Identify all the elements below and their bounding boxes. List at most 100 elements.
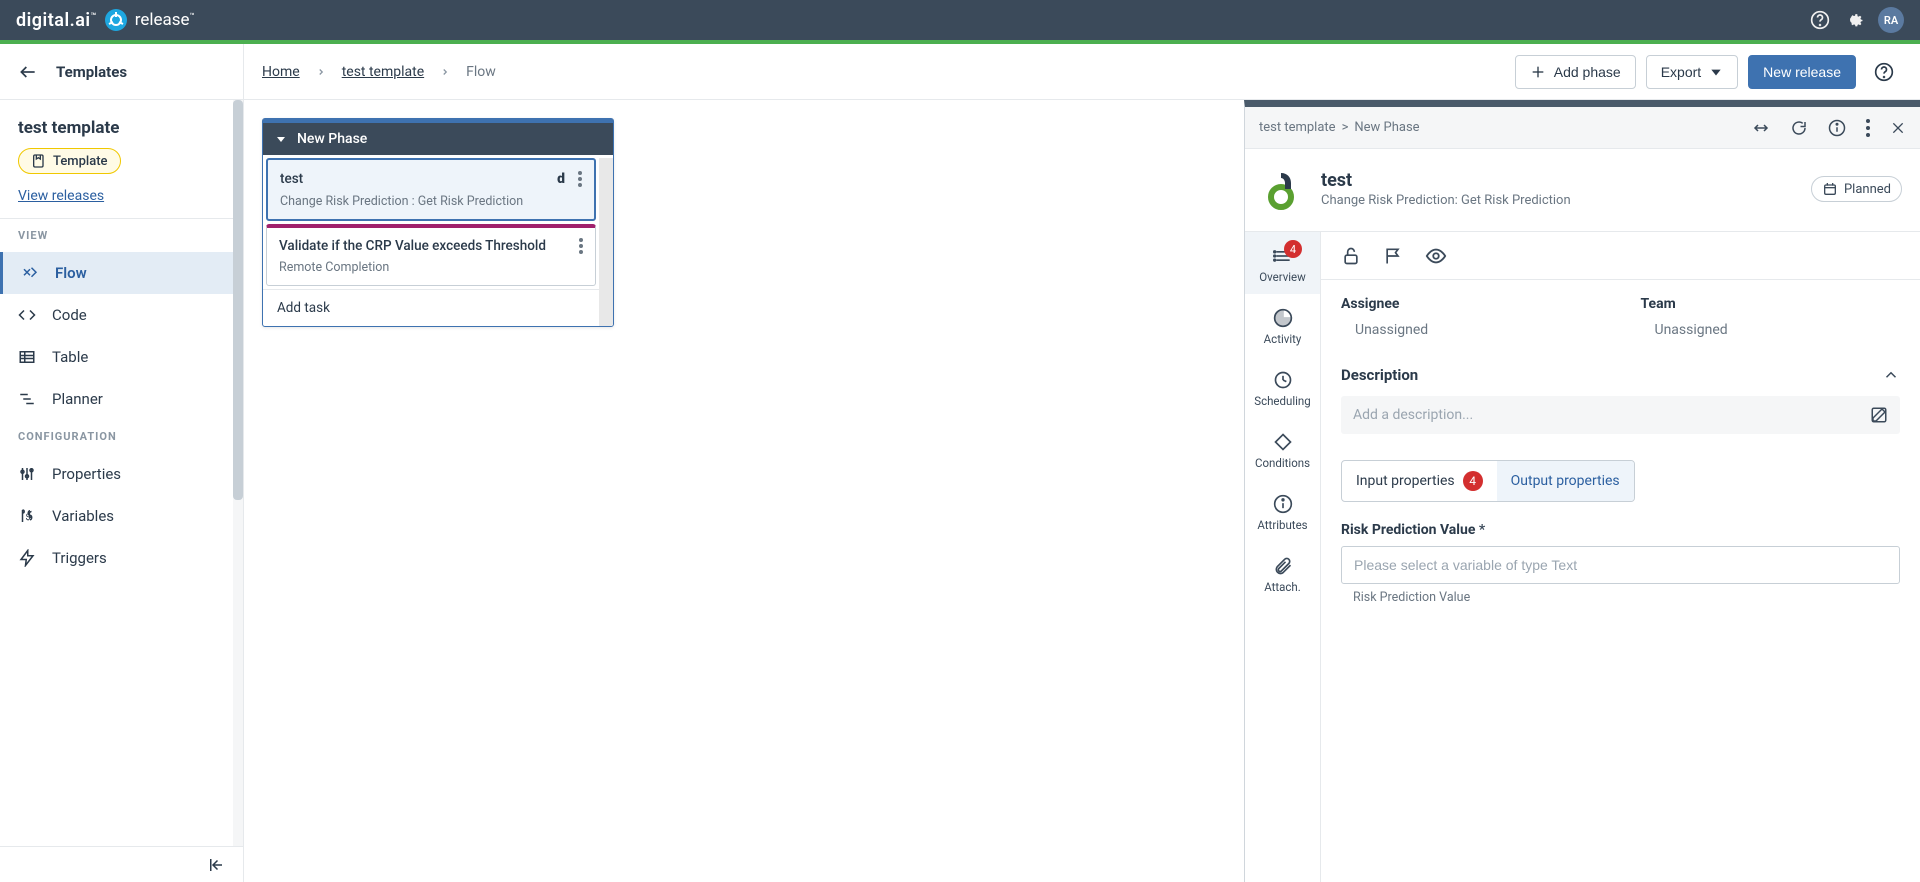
sidebar-collapse-button[interactable] — [0, 846, 243, 882]
nav-planner[interactable]: Planner — [0, 378, 243, 420]
description-header[interactable]: Description — [1341, 366, 1900, 384]
breadcrumb: Home test template Flow — [262, 64, 496, 80]
flow-canvas: New Phase test d Change Risk Prediction … — [244, 100, 1244, 882]
product-icon — [105, 9, 127, 31]
lock-open-icon[interactable] — [1341, 246, 1361, 266]
nav-properties-label: Properties — [52, 465, 121, 483]
refresh-icon[interactable] — [1790, 119, 1808, 137]
detail-breadcrumb: test template > New Phase — [1259, 120, 1420, 135]
task-card-2[interactable]: Validate if the CRP Value exceeds Thresh… — [266, 224, 596, 286]
add-phase-button[interactable]: Add phase — [1515, 55, 1636, 89]
input-props-count: 4 — [1463, 471, 1483, 491]
assignee-value[interactable]: Unassigned — [1341, 322, 1601, 338]
task-big-icon — [1253, 161, 1309, 217]
nav-triggers-label: Triggers — [52, 549, 107, 567]
tab-output-properties[interactable]: Output properties — [1497, 461, 1634, 501]
page-help-icon[interactable] — [1866, 54, 1902, 90]
nav-triggers[interactable]: Triggers — [0, 537, 243, 579]
bolt-icon — [18, 549, 36, 567]
back-arrow-icon[interactable] — [18, 62, 38, 82]
export-button[interactable]: Export — [1646, 55, 1738, 89]
code-icon — [18, 306, 36, 324]
task1-title: test — [280, 171, 303, 187]
more-icon[interactable] — [1866, 119, 1870, 137]
output-props-label: Output properties — [1511, 473, 1620, 489]
nav-variables[interactable]: $ Variables — [0, 495, 243, 537]
phase-header[interactable]: New Phase — [263, 119, 613, 155]
new-release-button[interactable]: New release — [1748, 55, 1856, 89]
breadcrumb-home[interactable]: Home — [262, 64, 300, 80]
phase-collapse-icon[interactable] — [275, 133, 287, 145]
detail-panel: test template > New Phase test Change Ri… — [1244, 100, 1920, 882]
description-input[interactable]: Add a description... — [1341, 396, 1900, 434]
brand-logo: digital.ai™ — [16, 10, 97, 31]
phase-scrollbar[interactable] — [599, 158, 613, 326]
dtab-conditions[interactable]: Conditions — [1245, 418, 1320, 480]
nav-flow-label: Flow — [55, 264, 87, 282]
detail-content: Assignee Unassigned Team Unassigned Desc… — [1321, 232, 1920, 882]
breadcrumb-template[interactable]: test template — [342, 64, 424, 80]
nav-table[interactable]: Table — [0, 336, 243, 378]
flag-icon[interactable] — [1383, 246, 1403, 266]
expand-icon[interactable] — [1752, 119, 1770, 137]
dtab-scheduling[interactable]: Scheduling — [1245, 356, 1320, 418]
close-icon[interactable] — [1890, 120, 1906, 136]
detail-crumb-phase[interactable]: New Phase — [1354, 120, 1419, 135]
planner-icon — [18, 390, 36, 408]
nav-code[interactable]: Code — [0, 294, 243, 336]
detail-title-row: test Change Risk Prediction: Get Risk Pr… — [1245, 149, 1920, 232]
detail-title-block: test Change Risk Prediction: Get Risk Pr… — [1321, 170, 1799, 208]
breadcrumb-current: Flow — [466, 64, 496, 80]
field-hint: Risk Prediction Value — [1341, 590, 1900, 605]
property-tabs: Input properties 4 Output properties — [1341, 460, 1635, 502]
help-icon[interactable] — [1810, 10, 1830, 30]
eye-icon[interactable] — [1425, 245, 1447, 267]
dtab-activity-label: Activity — [1264, 332, 1302, 346]
dtab-overview[interactable]: 4 Overview — [1245, 232, 1320, 294]
add-task-button[interactable]: Add task — [263, 289, 599, 326]
detail-title: test — [1321, 170, 1799, 191]
nav-properties[interactable]: Properties — [0, 453, 243, 495]
section-view-label: VIEW — [0, 219, 243, 252]
info-icon[interactable] — [1828, 119, 1846, 137]
edit-icon[interactable] — [1870, 406, 1888, 424]
main-layout: test template Template View releases VIE… — [0, 100, 1920, 882]
dtab-attributes-label: Attributes — [1257, 518, 1307, 532]
detail-crumb-template[interactable]: test template — [1259, 120, 1336, 135]
avatar[interactable]: RA — [1878, 7, 1904, 33]
risk-prediction-input[interactable] — [1341, 546, 1900, 584]
product-name: release™ — [135, 10, 195, 30]
field-label: Risk Prediction Value * — [1341, 522, 1900, 538]
chevron-up-icon[interactable] — [1882, 366, 1900, 384]
assignee-team-section: Assignee Unassigned Team Unassigned Desc… — [1321, 280, 1920, 605]
detail-toolbar — [1321, 232, 1920, 280]
nav-table-label: Table — [52, 348, 88, 366]
task-card-1[interactable]: test d Change Risk Prediction : Get Risk… — [266, 158, 596, 221]
description-label: Description — [1341, 366, 1418, 384]
detail-tabs: 4 Overview Activity Scheduling Condition… — [1245, 232, 1321, 882]
team-value[interactable]: Unassigned — [1641, 322, 1901, 338]
gear-icon[interactable] — [1844, 10, 1864, 30]
header-right: Add phase Export New release — [1515, 54, 1920, 90]
nav-flow[interactable]: Flow — [0, 252, 243, 294]
variables-icon: $ — [18, 507, 36, 525]
scrollbar-thumb[interactable] — [233, 100, 243, 500]
dtab-activity[interactable]: Activity — [1245, 294, 1320, 356]
detail-body: 4 Overview Activity Scheduling Condition… — [1245, 232, 1920, 882]
description-placeholder: Add a description... — [1353, 407, 1473, 423]
dtab-attach[interactable]: Attach. — [1245, 542, 1320, 604]
task-menu-icon[interactable] — [579, 238, 583, 254]
tab-input-properties[interactable]: Input properties 4 — [1342, 461, 1497, 501]
task2-title: Validate if the CRP Value exceeds Thresh… — [279, 238, 546, 254]
template-name: test template — [18, 118, 225, 138]
nav-code-label: Code — [52, 306, 87, 324]
risk-prediction-field: Risk Prediction Value * Risk Prediction … — [1341, 522, 1900, 605]
view-releases-link[interactable]: View releases — [18, 188, 225, 204]
chevron-right-icon — [316, 67, 326, 77]
header-center: Home test template Flow — [244, 64, 1515, 80]
dtab-attributes[interactable]: Attributes — [1245, 480, 1320, 542]
add-phase-label: Add phase — [1554, 64, 1621, 80]
sidebar-top: test template Template View releases — [0, 100, 243, 219]
assignee-label: Assignee — [1341, 296, 1601, 312]
task-menu-icon[interactable] — [578, 171, 582, 187]
